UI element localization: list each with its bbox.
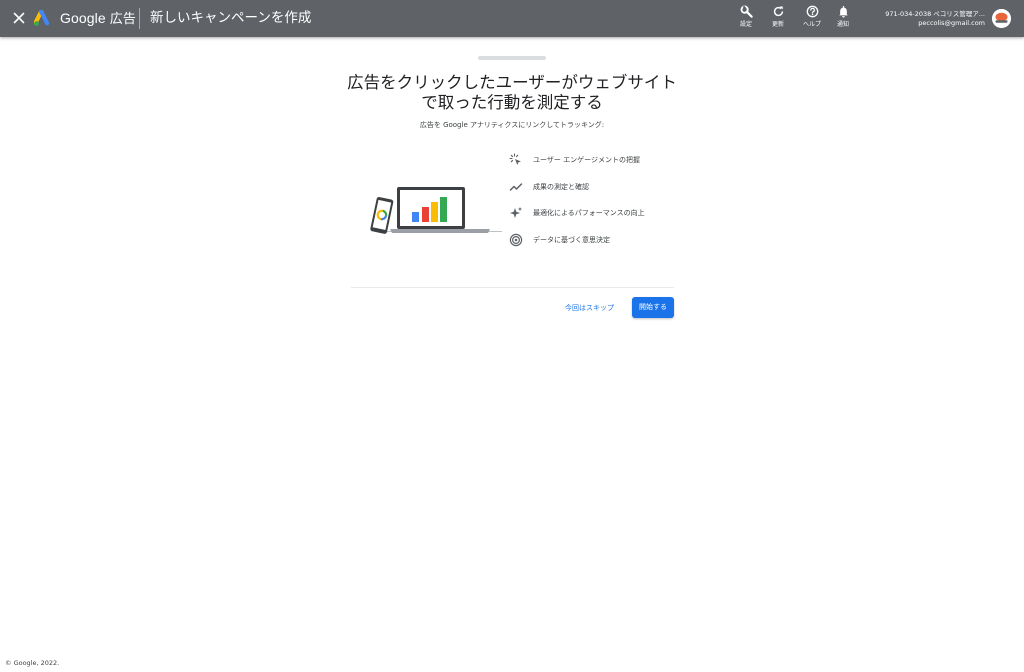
top-app-bar: Google 広告 新しいキャンペーンを作成 設定 更新 ヘルプ 通知 971-… [0,0,1024,37]
account-info[interactable]: 971-034-2038 ペコリス管理ア... peccolis@gmail.c… [885,10,985,28]
list-item: データに基づく意思決定 [509,233,679,249]
sparkle-icon [510,207,522,218]
account-email: peccolis@gmail.com [918,19,985,27]
avatar[interactable] [992,9,1011,28]
page-headline: 広告をクリックしたユーザーがウェブサイト で取った行動を測定する [340,73,684,113]
headline-line-1: 広告をクリックしたユーザーがウェブサイト [347,73,677,92]
feature-label: 成果の測定と確認 [533,183,589,191]
wrench-icon [740,5,753,18]
page-title: 新しいキャンペーンを作成 [150,10,312,26]
feature-label: データに基づく意思決定 [533,236,610,244]
list-item: 成果の測定と確認 [509,180,679,196]
actions-divider [351,287,674,288]
refresh-label: 更新 [771,21,784,28]
notifications-label: 通知 [836,21,849,28]
progress-indicator [478,56,546,60]
start-button[interactable]: 開始する [632,297,674,318]
refresh-button[interactable]: 更新 [763,5,793,31]
settings-button[interactable]: 設定 [731,5,761,31]
feature-label: ユーザー エンゲージメントの把握 [533,156,640,164]
skip-button[interactable]: 今回はスキップ [556,300,623,316]
list-item: ユーザー エンゲージメントの把握 [509,153,679,169]
headline-line-2: で取った行動を測定する [421,93,603,112]
notifications-button[interactable]: 通知 [828,5,858,31]
settings-label: 設定 [739,21,752,28]
brand-name: Google 広告 [60,10,136,28]
copyright-footer: © Google, 2022. [5,659,60,667]
brand-ads: 広告 [109,12,136,27]
bell-icon [838,6,848,18]
avatar-image-icon [992,9,1011,28]
cursor-click-icon [509,153,521,166]
feature-label: 最適化によるパフォーマンスの向上 [533,209,645,217]
devices-chart-illustration [370,187,502,234]
trending-line-icon [509,183,523,191]
google-ads-logo-icon [34,10,50,26]
help-button[interactable]: ヘルプ [797,5,827,31]
close-icon[interactable] [11,10,27,26]
list-item: 最適化によるパフォーマンスの向上 [509,206,679,222]
target-icon [509,233,523,247]
header-divider [139,8,140,29]
subheading: 広告を Google アナリティクスにリンクしてトラッキング: [419,121,605,129]
refresh-icon [773,6,783,17]
brand-google: Google [60,10,106,26]
help-label: ヘルプ [802,21,821,28]
help-icon [806,5,818,18]
account-id: 971-034-2038 ペコリス管理ア... [885,10,985,18]
